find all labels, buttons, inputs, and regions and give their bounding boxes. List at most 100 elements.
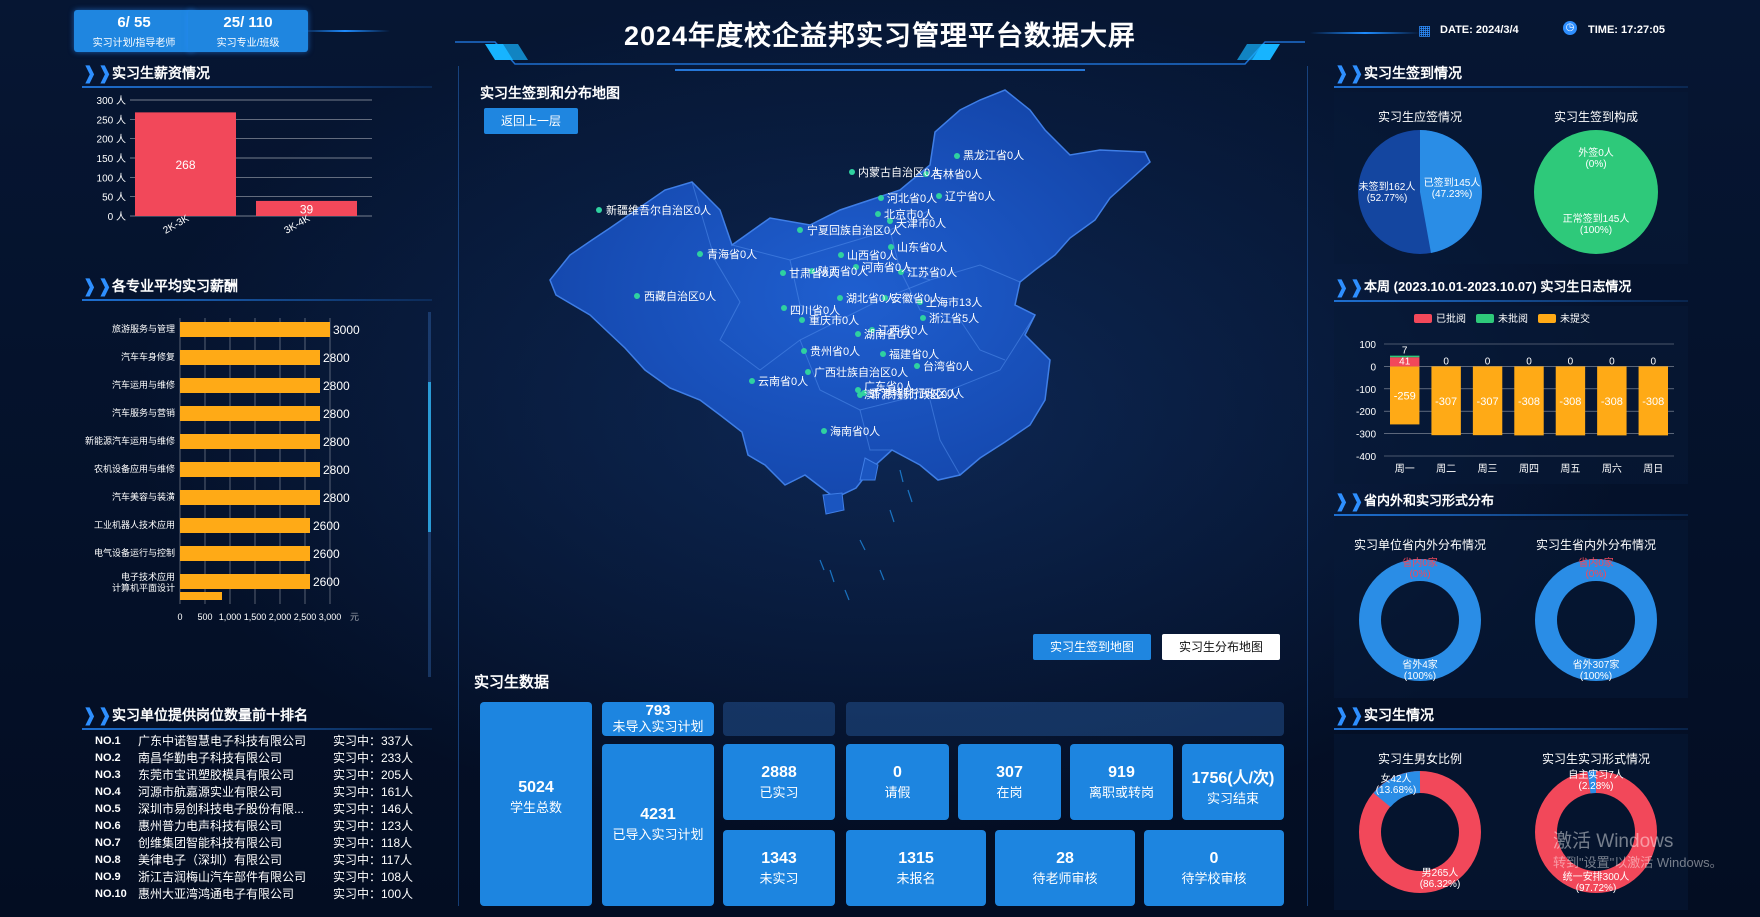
bar-value-label: 3000 [333,323,360,337]
y-tick-label: 0 人 [108,211,126,223]
card-label: 待老师审核 [1032,871,1098,886]
stat-card[interactable]: 1756(人/次) 实习结束 [1182,744,1284,820]
intern-count: 实习中：337人 [333,734,414,748]
tab-distribution-map[interactable]: 实习生分布地图 [1162,634,1280,660]
map-label: 内蒙古自治区0人 [858,165,941,179]
bar[interactable] [180,546,310,561]
panel-title-text: 各专业平均实习薪酬 [112,278,238,294]
x-tick-label: 2,500 [294,612,317,622]
company-name: 广东中诺智慧电子科技有限公司 [138,734,307,748]
bar[interactable] [180,518,310,533]
map-label: 江苏省0人 [907,266,957,279]
map-label: 河北省0人 [887,192,937,205]
y-tick-label: 300 人 [97,95,126,107]
bar[interactable] [180,378,320,393]
company-name: 惠州大亚湾鸿通电子有限公司 [138,887,295,901]
tab-signin-map[interactable]: 实习生签到地图 [1033,634,1151,660]
pie-label: 正常签到145人 [1563,212,1630,225]
bar[interactable] [180,490,320,505]
card-value: 4231 [640,806,676,823]
bar[interactable] [180,406,320,421]
chevron-right-icon: ❱❱ [82,705,113,725]
y-tick-label: 100 [1359,340,1376,351]
map-label: 上海市13人 [926,295,982,309]
scrollbar-thumb[interactable] [428,382,431,532]
header-line-right [1310,32,1420,34]
panel-title-text: 省内外和实习形式分布 [1364,493,1495,508]
chevron-right-icon: ❱❱ [82,276,113,296]
category-label: 电气设备运行与控制 [94,547,175,558]
ranking-row[interactable]: NO.3 东莞市宝讯塑胶模具有限公司 实习中：205人 [95,767,430,783]
clock-icon: ◷ [1563,21,1577,35]
bar-value-label: 2600 [313,547,340,561]
ranking-row[interactable]: NO.8 美律电子（深圳）有限公司 实习中：117人 [95,852,430,868]
map-label: 河南省0人 [862,261,912,274]
bar[interactable] [180,434,320,449]
panel-title-text: 实习单位提供岗位数量前十排名 [112,707,308,723]
ranking-row[interactable]: NO.4 河源市航嘉源实业有限公司 实习中：161人 [95,784,430,800]
category-label: 汽车运用与维修 [112,379,175,390]
ranking-row[interactable]: NO.1 广东中诺智慧电子科技有限公司 实习中：337人 [95,733,430,749]
rank-number: NO.7 [95,837,121,849]
ranking-row[interactable]: NO.10 惠州大亚湾鸿通电子有限公司 实习中：100人 [95,886,430,902]
donut-label: 省内0家 [1578,556,1614,569]
legend-swatch[interactable] [1414,314,1432,323]
card-label: 未实习 [759,871,799,886]
donut-label: (100%) [1404,671,1436,682]
ranking-row[interactable]: NO.7 创维集团智能科技有限公司 实习中：118人 [95,835,430,851]
ranking-row[interactable]: NO.5 深圳市易创科技电子股份有限... 实习中：146人 [95,801,430,817]
donut-label: 省内0家 [1402,556,1438,569]
stat-card[interactable]: 919 离职或转岗 [1070,744,1173,820]
stat-card[interactable]: 307 在岗 [958,744,1061,820]
ranking-row[interactable]: NO.2 南昌华勤电子科技有限公司 实习中：233人 [95,750,430,766]
chevron-right-icon: ❱❱ [1334,705,1365,725]
stat-card[interactable]: 1343 未实习 [723,830,835,906]
legend-label[interactable]: 未提交 [1560,312,1590,325]
donut-ring-outside [1535,559,1657,681]
donut-label: (100%) [1580,671,1612,682]
legend-swatch[interactable] [1476,314,1494,323]
donut-label: (2.28%) [1578,781,1613,792]
pie-label: (52.77%) [1367,193,1408,204]
card-label: 在岗 [996,785,1023,800]
bar[interactable] [180,574,310,589]
category-label: 计算机平面设计 [112,582,175,593]
stat-card[interactable]: 1315 未报名 [846,830,986,906]
pie-label: (47.23%) [1432,189,1473,200]
stat-card[interactable]: 0 请假 [846,744,949,820]
donut-label: (13.68%) [1376,785,1417,796]
china-map[interactable]: 黑龙江省0人 吉林省0人 内蒙古自治区0人 辽宁省0人 河北省0人 北京市0人 … [460,70,1305,670]
bar-value-label: 2800 [323,379,350,393]
card-value: 793 [645,702,671,719]
map-label: 黑龙江省0人 [963,149,1024,162]
stat-card[interactable]: 0 待学校审核 [1144,830,1284,906]
stat-card[interactable]: 2888 已实习 [723,744,835,820]
bar-value-label: 2800 [323,435,350,449]
map-label: 陕西省0人 [818,264,868,278]
panel-title-ranking: ❱❱ 实习单位提供岗位数量前十排名 [82,706,422,728]
pie-label: (100%) [1580,225,1612,236]
bar-value-label: -308 [1559,396,1581,408]
legend-label[interactable]: 已批阅 [1436,312,1466,325]
legend-label[interactable]: 未批阅 [1498,312,1528,325]
chevron-right-icon: ❱❱ [1334,491,1365,511]
ranking-row[interactable]: NO.9 浙江吉润梅山汽车部件有限公司 实习中：108人 [95,869,430,885]
card-label: 请假 [884,785,911,800]
card-total-students: 5024 学生总数 [480,702,592,906]
bar[interactable] [180,462,320,477]
bar[interactable] [180,350,320,365]
legend-swatch[interactable] [1538,314,1556,323]
scrollbar-track[interactable] [428,312,431,677]
y-tick-label: 150 人 [97,153,126,165]
x-tick-label: 周日 [1643,463,1663,475]
card-value: 0 [1209,850,1219,867]
map-label: 天津市0人 [896,216,946,230]
stat-card[interactable]: 28 待老师审核 [995,830,1135,906]
bar[interactable] [180,322,330,337]
map-label: 台湾省0人 [923,359,973,373]
map-label: 湖北省0人 [846,292,896,305]
intern-count: 实习中：146人 [333,802,414,816]
x-tick-label: 3K-4K [283,213,313,237]
ranking-row[interactable]: NO.6 惠州普力电声科技有限公司 实习中：123人 [95,818,430,834]
map-label: 辽宁省0人 [945,189,995,203]
